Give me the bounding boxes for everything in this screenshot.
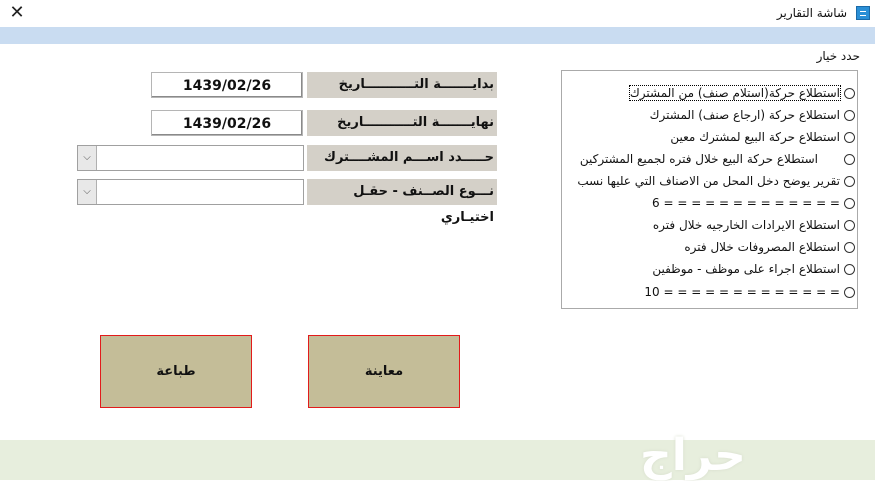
option-expenses[interactable]: استطلاع المصروفات خلال فتره xyxy=(684,238,855,256)
option-label: استطلاع الايرادات الخارجيه خلال فتره xyxy=(652,218,840,232)
subscriber-select[interactable]: ⌵ xyxy=(77,145,304,171)
end-date-field[interactable]: 1439/02/26 xyxy=(151,110,303,136)
option-sales-subscriber[interactable]: استطلاع حركة البيع لمشترك معين xyxy=(670,128,855,146)
end-date-label: نهايـــــــة التـــــــــــاريخ xyxy=(307,110,497,136)
radio-icon[interactable] xyxy=(844,197,855,209)
option-employee-action[interactable]: استطلاع اجراء على موظف - موظفين xyxy=(652,260,855,278)
chevron-down-icon[interactable]: ⌵ xyxy=(78,146,97,170)
report-icon xyxy=(856,6,870,20)
item-type-select[interactable]: ⌵ xyxy=(77,179,304,205)
option-label: استطلاع حركة البيع لمشترك معين xyxy=(670,130,840,144)
item-type-label: نـــوع الصــنف - حقـل اختيـاري xyxy=(307,179,497,225)
radio-icon[interactable] xyxy=(844,87,855,99)
option-10[interactable]: = = = = = = = = = = = = = 10 xyxy=(644,283,855,301)
radio-icon[interactable] xyxy=(844,241,855,253)
option-label: استطلاع حركة (ارجاع صنف) المشترك xyxy=(649,108,840,122)
radio-icon[interactable] xyxy=(844,286,855,298)
window-title: شاشة التقارير xyxy=(776,6,847,20)
option-label: استطلاع المصروفات خلال فتره xyxy=(684,240,840,254)
radio-icon[interactable] xyxy=(844,109,855,121)
start-date-field[interactable]: 1439/02/26 xyxy=(151,72,303,98)
radio-icon[interactable] xyxy=(844,153,855,165)
options-group-label: حدد خيار xyxy=(813,49,863,63)
title-bar: ✕ شاشة التقارير xyxy=(0,0,875,27)
radio-icon[interactable] xyxy=(844,219,855,231)
option-income-report[interactable]: تقرير يوضح دخل المحل من الاصناف التي علي… xyxy=(577,172,855,190)
option-external-revenue[interactable]: استطلاع الايرادات الخارجيه خلال فتره xyxy=(653,216,855,234)
option-label: استطلاع حركة البيع خلال فتره لجميع المشت… xyxy=(579,152,818,166)
option-sales-all[interactable]: استطلاع حركة البيع خلال فتره لجميع المشت… xyxy=(580,150,855,168)
option-label: استطلاع اجراء على موظف - موظفين xyxy=(652,262,840,276)
option-label: = = = = = = = = = = = = = 6 xyxy=(652,196,840,210)
preview-button[interactable]: معاينة xyxy=(308,335,460,408)
option-label: تقرير يوضح دخل المحل من الاصناف التي علي… xyxy=(577,174,840,188)
start-date-label: بدايـــــــة التـــــــــــاريخ xyxy=(307,72,497,98)
radio-icon[interactable] xyxy=(844,175,855,187)
close-icon[interactable]: ✕ xyxy=(6,2,28,24)
header-band xyxy=(0,27,875,44)
option-6[interactable]: = = = = = = = = = = = = = 6 xyxy=(652,194,855,212)
radio-icon[interactable] xyxy=(844,263,855,275)
print-button[interactable]: طباعة xyxy=(100,335,252,408)
option-receive-item[interactable]: استطلاع حركة(استلام صنف) من المشترك xyxy=(628,84,855,102)
radio-icon[interactable] xyxy=(844,131,855,143)
option-label: استطلاع حركة(استلام صنف) من المشترك xyxy=(628,85,842,101)
option-label: = = = = = = = = = = = = = 10 xyxy=(644,285,840,299)
watermark-logo: حراج xyxy=(640,430,746,481)
subscriber-label: حـــــدد اســـم المشــــترك xyxy=(307,145,497,171)
option-return-item[interactable]: استطلاع حركة (ارجاع صنف) المشترك xyxy=(650,106,855,124)
chevron-down-icon[interactable]: ⌵ xyxy=(78,180,97,204)
